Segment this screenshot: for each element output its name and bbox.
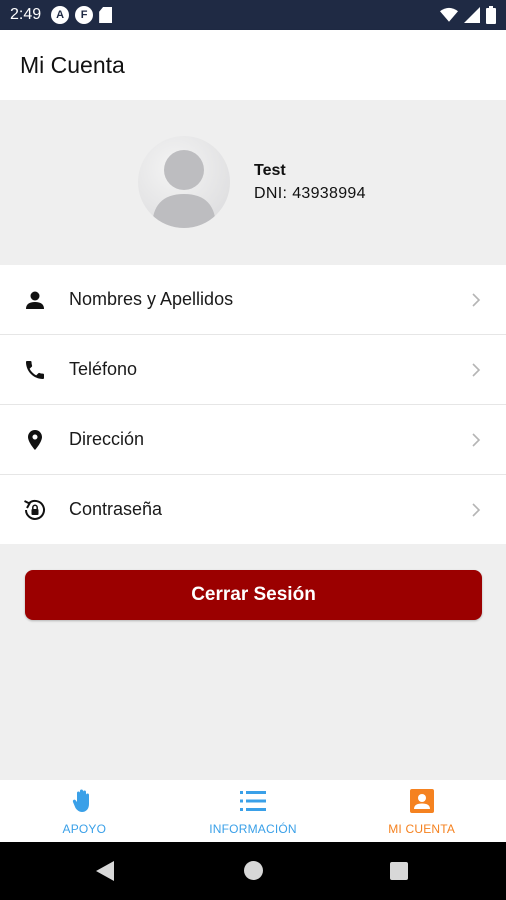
- nav-tab-apoyo[interactable]: APOYO: [0, 780, 169, 842]
- app-bar: Mi Cuenta: [0, 30, 506, 100]
- account-menu: Nombres y Apellidos Teléfono Dirección C…: [0, 265, 506, 544]
- status-system-icons: [440, 6, 496, 24]
- recent-apps-icon[interactable]: [390, 862, 408, 880]
- menu-item-label: Nombres y Apellidos: [69, 289, 234, 309]
- status-notification-icons: A F: [51, 6, 113, 24]
- app-notification-icon: F: [75, 6, 94, 24]
- chevron-right-icon: [472, 362, 481, 377]
- menu-item-nombres[interactable]: Nombres y Apellidos: [0, 265, 506, 335]
- nav-tab-informacion[interactable]: INFORMACIÓN: [169, 780, 338, 842]
- chevron-right-icon: [472, 432, 481, 447]
- bottom-nav: APOYO INFORMACIÓN MI CUENTA: [0, 780, 506, 842]
- nav-tab-mi-cuenta[interactable]: MI CUENTA: [337, 780, 506, 842]
- back-icon[interactable]: [96, 861, 114, 881]
- status-bar: 2:49 A F: [0, 0, 506, 30]
- profile-header: Test DNI: 43938994: [0, 100, 506, 265]
- nav-label: APOYO: [62, 822, 107, 836]
- system-nav-bar: [0, 842, 506, 900]
- password-reset-icon: [22, 497, 48, 523]
- signal-icon: [464, 7, 480, 23]
- avatar: [138, 136, 230, 228]
- location-pin-icon: [22, 427, 48, 453]
- logout-button[interactable]: Cerrar Sesión: [25, 570, 482, 620]
- menu-item-telefono[interactable]: Teléfono: [0, 335, 506, 405]
- person-icon: [22, 287, 48, 313]
- menu-item-label: Dirección: [69, 429, 145, 449]
- menu-item-contrasena[interactable]: Contraseña: [0, 475, 506, 544]
- nav-label: INFORMACIÓN: [209, 822, 297, 836]
- hand-icon: [71, 788, 97, 814]
- menu-item-label: Contraseña: [69, 499, 163, 519]
- account-box-icon: [409, 788, 435, 814]
- wifi-icon: [440, 7, 458, 22]
- dni-value: 43938994: [292, 185, 366, 202]
- chevron-right-icon: [472, 292, 481, 307]
- profile-dni: DNI: 43938994: [254, 185, 366, 203]
- menu-item-direccion[interactable]: Dirección: [0, 405, 506, 475]
- default-avatar-icon: [152, 150, 216, 228]
- phone-icon: [22, 357, 48, 383]
- battery-icon: [486, 6, 496, 24]
- chevron-right-icon: [472, 502, 481, 517]
- profile-name: Test: [254, 162, 286, 179]
- menu-item-label: Teléfono: [69, 359, 138, 379]
- status-time: 2:49: [10, 6, 42, 23]
- nav-label: MI CUENTA: [388, 822, 456, 836]
- page-title: Mi Cuenta: [20, 51, 125, 78]
- sd-card-icon: [99, 7, 113, 23]
- dni-label: DNI:: [254, 185, 288, 202]
- list-icon: [240, 788, 266, 814]
- home-icon[interactable]: [244, 861, 263, 880]
- app-notification-icon: A: [51, 6, 70, 24]
